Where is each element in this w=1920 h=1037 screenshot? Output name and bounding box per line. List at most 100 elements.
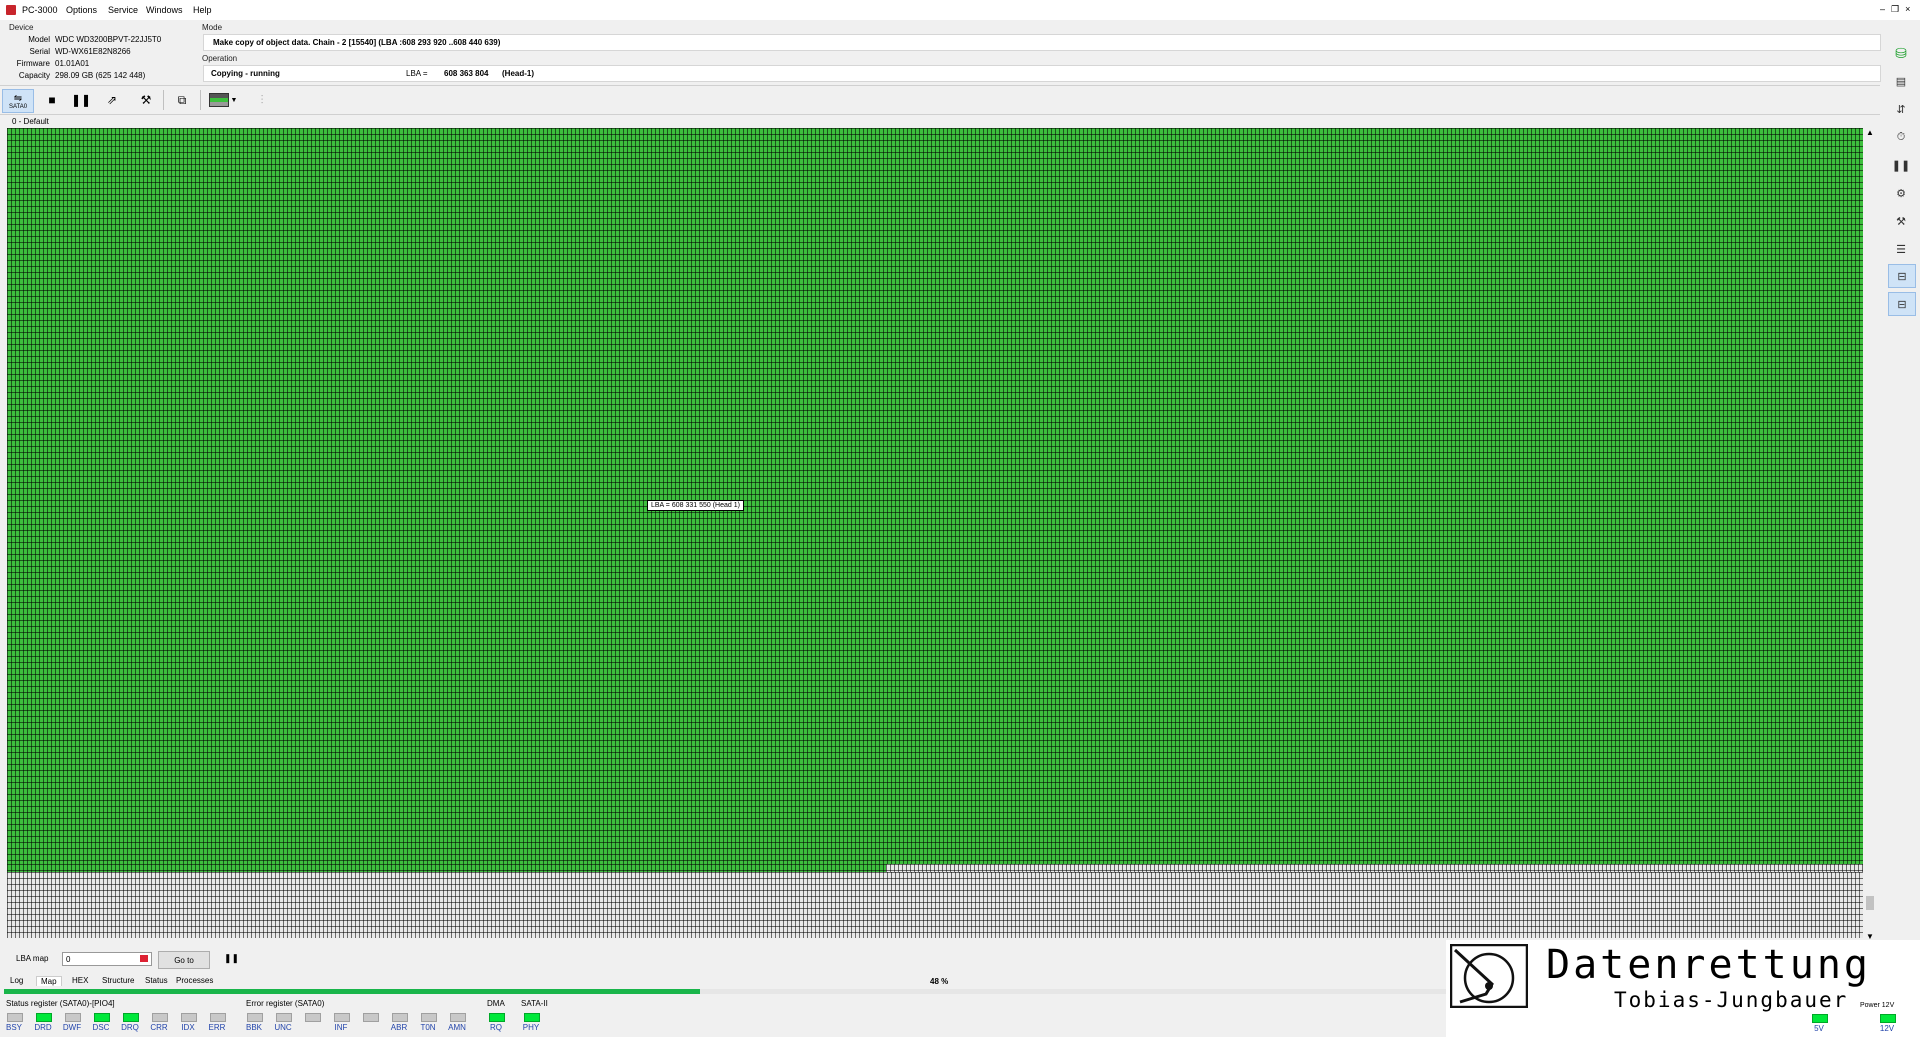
palette-icon xyxy=(208,93,229,107)
tab-status[interactable]: Status xyxy=(145,976,168,985)
device-firmware-value: 01.01A01 xyxy=(55,59,90,68)
keyboard-icon[interactable] xyxy=(140,955,148,962)
status-register-led xyxy=(181,1013,197,1022)
status-register-bit-label: DRD xyxy=(34,1023,52,1032)
logo-mark-icon xyxy=(1450,944,1528,1008)
error-register-led xyxy=(305,1013,321,1022)
mode-text: Make copy of object data. Chain - 2 [155… xyxy=(213,38,501,47)
lba-map-input[interactable] xyxy=(62,952,152,966)
sata-bit-label: PHY xyxy=(522,1023,540,1032)
close-icon[interactable]: × xyxy=(1905,4,1910,14)
map-palette-dropdown[interactable]: ▼ xyxy=(206,89,240,111)
error-register-led xyxy=(334,1013,350,1022)
map-scrollbar[interactable]: ▲ ▼ xyxy=(1864,128,1876,944)
sata-caption: SATA-II xyxy=(521,999,548,1008)
sata-port-label: SATA0 xyxy=(8,103,28,110)
tab-log[interactable]: Log xyxy=(10,976,23,985)
lba-map-canvas[interactable]: LBA = 608 331 550 (Head 1) xyxy=(7,128,1863,938)
drive-reset-button[interactable]: ▤ xyxy=(1888,70,1914,92)
head0-button[interactable]: ⊟ xyxy=(1888,264,1916,288)
scroll-thumb[interactable] xyxy=(1866,896,1874,910)
power-5v-label: 5V xyxy=(1814,1024,1824,1033)
heads-icon: ⫶ xyxy=(260,92,264,107)
restore-icon[interactable]: ❐ xyxy=(1891,4,1899,14)
power-drive-icon: ⛁ xyxy=(1895,44,1907,61)
device-caption: Device xyxy=(9,23,34,32)
mode-panel: Mode Make copy of object data. Chain - 2… xyxy=(199,20,1881,84)
buffer-button[interactable]: ☰ xyxy=(1888,238,1914,260)
tab-structure[interactable]: Structure xyxy=(102,976,134,985)
logo-sub-text: Tobias-Jungbauer xyxy=(1614,988,1849,1012)
menu-options[interactable]: Options xyxy=(66,5,97,15)
heads-button[interactable]: ⫶ xyxy=(250,89,274,111)
export-button[interactable]: ⇗ xyxy=(100,89,124,111)
progress-percent: 48 % xyxy=(930,977,949,986)
tab-processes[interactable]: Processes xyxy=(176,976,213,985)
minimize-icon[interactable]: – xyxy=(1880,4,1885,14)
timer-button[interactable]: ⏱ xyxy=(1888,126,1914,148)
window-controls: – ❐ × xyxy=(1874,4,1914,16)
copy-button[interactable]: ⧉ xyxy=(170,89,194,111)
status-register-bit-label: IDX xyxy=(181,1023,195,1032)
device-model-label: Model xyxy=(28,35,50,44)
toolbar-separator xyxy=(200,90,201,110)
status-register-led xyxy=(36,1013,52,1022)
tools-icon: ⚒ xyxy=(140,93,152,107)
operation-lba-value: 608 363 804 xyxy=(444,69,489,78)
export-icon: ⇗ xyxy=(106,93,118,107)
stop-button[interactable]: ■ xyxy=(40,89,64,111)
menu-windows[interactable]: Windows xyxy=(146,5,183,15)
tab-hex[interactable]: HEX xyxy=(72,976,88,985)
toolbar: ⇋ SATA0 ■ ❚❚ ⇗ ⚒ ⧉ ▼ ⫶ xyxy=(0,85,1880,115)
menu-help[interactable]: Help xyxy=(193,5,212,15)
head1-button[interactable]: ⊟ xyxy=(1888,292,1916,316)
status-register-leds: BSY DRD DWF DSC DRQ CRR IDX ERR xyxy=(3,1012,238,1034)
pause-side-button[interactable]: ❚❚ xyxy=(1888,154,1914,176)
tools-button[interactable]: ⚒ xyxy=(134,89,158,111)
menu-service[interactable]: Service xyxy=(108,5,138,15)
status-register-bit-label: DSC xyxy=(92,1023,110,1032)
title-bar: PC-3000 Options Service Windows Help – ❐ × xyxy=(0,0,1920,20)
status-register-bit-label: ERR xyxy=(208,1023,226,1032)
copy-icon: ⧉ xyxy=(177,92,187,107)
scroll-up-icon[interactable]: ▲ xyxy=(1864,128,1876,140)
pause-icon: ❚❚ xyxy=(224,953,240,963)
tab-map[interactable]: Map xyxy=(36,976,62,986)
device-serial-label: Serial xyxy=(29,47,50,56)
operation-lba-label: LBA = xyxy=(406,69,428,78)
error-register-bit-label: BBK xyxy=(245,1023,262,1032)
error-register-bit-label: AMN xyxy=(448,1023,466,1032)
device-model-value: WDC WD3200BPVT-22JJ5T0 xyxy=(55,35,162,44)
buffer-icon: ☰ xyxy=(1896,243,1906,256)
stop-icon: ■ xyxy=(48,93,56,107)
device-firmware-label: Firmware xyxy=(16,59,50,68)
progress-fill xyxy=(4,989,700,994)
error-register-led xyxy=(392,1013,408,1022)
pause-button[interactable]: ❚❚ xyxy=(69,89,93,111)
power-button[interactable]: ⛁ xyxy=(1888,42,1914,64)
map-completed-partial-row xyxy=(7,864,886,872)
operation-caption: Operation xyxy=(202,54,238,63)
dma-bit-label: RQ xyxy=(490,1023,502,1032)
device-capacity-value: 298.09 GB (625 142 448) xyxy=(55,71,146,80)
goto-button[interactable]: Go to xyxy=(158,951,210,969)
pause-icon: ❚❚ xyxy=(70,93,92,107)
fix-button[interactable]: ⚒ xyxy=(1888,210,1914,232)
app-icon xyxy=(6,5,16,15)
timer-icon: ⏱ xyxy=(1896,130,1906,143)
pause-map-button[interactable]: ❚❚ xyxy=(224,953,239,964)
device-capacity-label: Capacity xyxy=(18,71,50,80)
device-panel: Device Model WDC WD3200BPVT-22JJ5T0 Seri… xyxy=(0,20,196,84)
drive-reset-icon: ▤ xyxy=(1895,75,1907,88)
power-12v-led xyxy=(1880,1014,1896,1023)
error-register-led xyxy=(450,1013,466,1022)
status-register-led xyxy=(65,1013,81,1022)
status-register-led xyxy=(123,1013,139,1022)
lba-tooltip: LBA = 608 331 550 (Head 1) xyxy=(647,500,744,511)
mode-box: Make copy of object data. Chain - 2 [155… xyxy=(203,34,1881,51)
sata-port-button[interactable]: ⇋ SATA0 xyxy=(2,89,34,113)
map-completed-blocks xyxy=(7,128,1863,864)
connect-button[interactable]: ⇵ xyxy=(1888,98,1914,120)
settings-side-button[interactable]: ⚙ xyxy=(1888,182,1914,204)
pause-icon: ❚❚ xyxy=(1891,159,1911,172)
